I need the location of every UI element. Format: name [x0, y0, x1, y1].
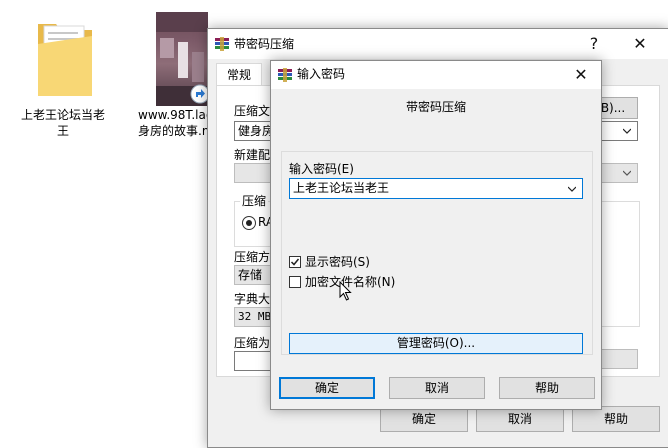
- password-input-text: 上老王论坛当老王: [293, 181, 390, 195]
- help-caption-button[interactable]: ?: [572, 29, 616, 59]
- checkmark-icon: [290, 258, 300, 266]
- show-password-label[interactable]: 显示密码(S): [305, 254, 370, 270]
- dict-label: 字典大: [234, 292, 271, 306]
- archive-dialog-title: 带密码压缩: [234, 37, 295, 51]
- chevron-down-icon: [623, 128, 631, 134]
- password-cancel-button[interactable]: 取消: [389, 377, 485, 399]
- archive-close-button[interactable]: ✕: [618, 29, 662, 59]
- password-dialog-heading: 带密码压缩: [405, 100, 466, 114]
- archive-name-label: 压缩文: [234, 104, 271, 118]
- format-radio[interactable]: [242, 216, 256, 230]
- video-label-line2: 身房的故事.m: [138, 124, 214, 138]
- tab-general-label: 常规: [226, 68, 251, 82]
- password-help-button[interactable]: 帮助: [499, 377, 595, 399]
- desktop-folder-item[interactable]: 上老王论坛当老 王: [18, 10, 108, 145]
- folder-label-line1: 上老王论坛当老: [20, 108, 105, 122]
- password-close-button[interactable]: ✕: [561, 61, 601, 89]
- chevron-down-icon: [623, 170, 631, 176]
- chevron-down-icon[interactable]: [568, 185, 576, 193]
- folder-label-line2: 王: [56, 124, 69, 138]
- profile-label: 新建配: [234, 148, 271, 162]
- manage-passwords-button[interactable]: 管理密码(O)...: [289, 333, 583, 354]
- password-dialog: 输入密码 ✕ 带密码压缩 输入密码(E) 上老王论坛当老王 显示密码(S) 加密…: [270, 60, 602, 410]
- password-dialog-title: 输入密码: [297, 67, 346, 81]
- method-label: 压缩方: [234, 250, 271, 264]
- video-label-line1: www.98T.la@: [138, 108, 218, 122]
- desktop-video-item[interactable]: www.98T.la@ 身房的故事.m: [138, 10, 218, 145]
- show-password-checkbox[interactable]: [289, 256, 301, 268]
- winrar-app-icon: [215, 37, 229, 51]
- password-ok-button[interactable]: 确定: [279, 377, 375, 399]
- folder-icon: [38, 24, 92, 96]
- encrypt-names-checkbox[interactable]: [289, 276, 301, 288]
- password-label: 输入密码(E): [289, 162, 354, 176]
- split-label: 压缩为: [234, 336, 271, 350]
- winrar-app-icon: [278, 68, 292, 82]
- password-input[interactable]: 上老王论坛当老王: [289, 178, 583, 199]
- format-label: 压缩: [240, 193, 269, 209]
- mouse-cursor-icon: [339, 281, 352, 301]
- tab-general[interactable]: 常规: [216, 63, 262, 86]
